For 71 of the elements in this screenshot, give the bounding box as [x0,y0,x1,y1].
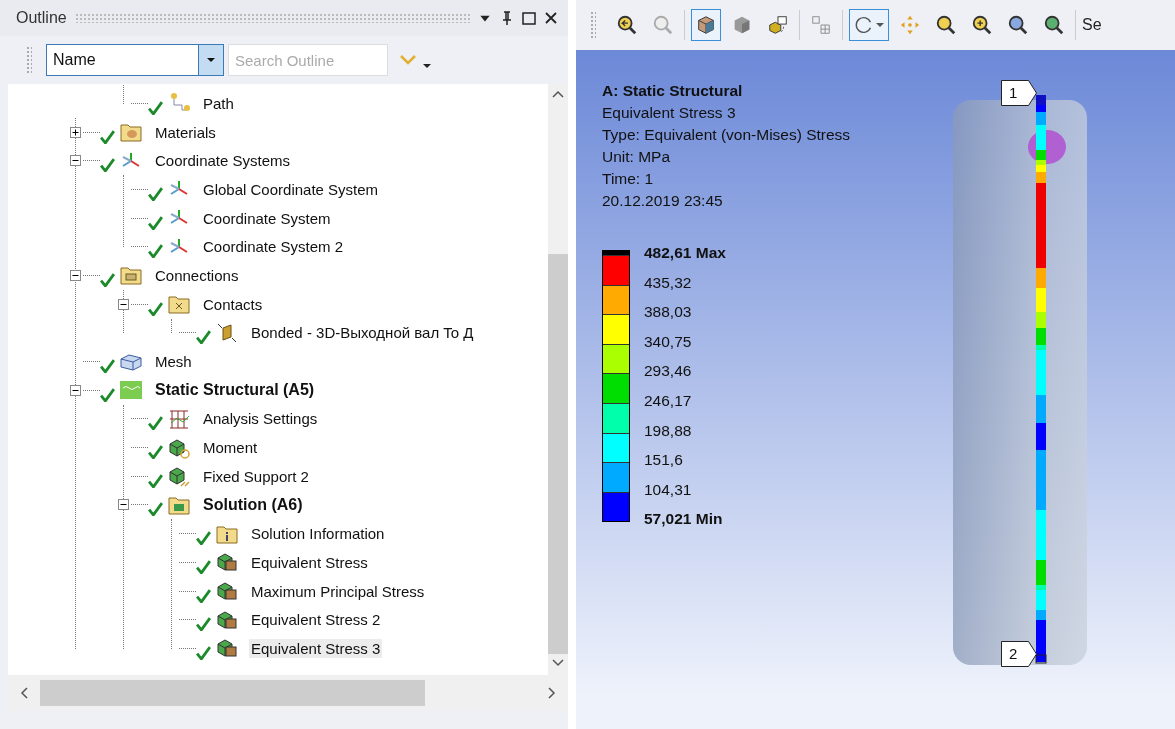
expand-icon[interactable] [69,126,81,138]
rotate-icon[interactable] [849,9,889,41]
legend-value: 482,61 Max [644,243,726,263]
probe-label: 2 [1001,641,1037,667]
legend-value: 340,75 [644,331,693,352]
cube-icon[interactable] [691,9,721,41]
tree-item[interactable]: Coordinate System [201,208,333,228]
result-title: A: Static Structural [602,81,743,101]
collapse-icon[interactable] [117,298,129,310]
pin-icon[interactable] [500,11,514,25]
folder-icon [166,293,192,316]
result-info: Equivalent Stress 3 [602,103,736,123]
tree-item[interactable]: Equivalent Stress [249,552,370,572]
collapse-icon[interactable] [69,155,81,167]
legend-value: 57,021 Min [644,509,724,530]
tree-item[interactable]: Solution (A6) [201,494,305,515]
collapse-icon[interactable] [117,499,129,511]
tree-item[interactable]: Path [201,93,236,113]
tree-item[interactable]: Mesh [153,352,194,372]
tree-item[interactable]: Fixed Support 2 [201,466,311,486]
legend-value: 104,31 [644,479,693,500]
legend-value: 198,88 [644,420,693,441]
caret-icon[interactable] [206,55,216,65]
toolbar-grip[interactable] [590,11,596,39]
cube-icon [214,637,240,660]
tree-item[interactable]: Equivalent Stress 2 [249,610,383,630]
scroll-down-icon[interactable] [552,659,564,667]
tree-item[interactable]: Materials [153,122,218,142]
tree-item[interactable]: Maximum Principal Stress [249,581,427,601]
result-info: Type: Equivalent (von-Mises) Stress [602,125,851,145]
folder-icon [118,264,144,287]
panel-title: Outline [16,9,67,27]
tree-item[interactable]: Moment [201,438,260,458]
folder-icon [118,121,144,144]
toolbar-grip[interactable] [26,46,32,74]
legend-value: 151,6 [644,450,684,471]
tree-item[interactable]: Global Coordinate System [201,179,381,199]
legend-value: 388,03 [644,302,693,323]
vertical-scrollbar[interactable] [548,84,568,675]
result-info: Time: 1 [602,169,654,189]
tree-item[interactable]: Analysis Settings [201,409,320,429]
toolbar-label[interactable]: Se [1082,16,1102,34]
close-icon[interactable] [544,11,558,25]
scroll-up-icon[interactable] [552,90,564,98]
cube-icon [214,551,240,574]
probe-label: 1 [1001,80,1037,106]
tree-item[interactable]: Connections [153,265,241,285]
tree-item[interactable]: Contacts [201,294,265,314]
scroll-left-icon[interactable] [20,687,28,699]
analysis-icon [118,379,144,402]
tree-item[interactable]: Solution Information [249,524,387,544]
collapse-icon[interactable] [69,269,81,281]
search-field[interactable]: Search Outline [228,44,388,76]
legend-value: 293,46 [644,361,693,382]
tree-item[interactable]: Static Structural (A5) [153,380,317,401]
horizontal-scrollbar[interactable] [8,675,568,711]
cube-icon [214,580,240,603]
result-info: Unit: MPa [602,147,671,167]
legend-value: 435,32 [644,272,693,293]
name-dropdown[interactable]: Name [46,44,224,76]
result-info: 20.12.2019 23:45 [602,191,723,211]
cube-icon [166,465,192,488]
legend-value: 246,17 [644,390,693,411]
tree-item[interactable]: Coordinate System 2 [201,237,346,257]
tree-item[interactable]: Equivalent Stress 3 [249,638,383,658]
tree-item[interactable]: Coordinate Systems [153,151,293,171]
collapse-icon[interactable] [69,384,81,396]
maximize-icon[interactable] [522,11,536,25]
tree-item[interactable]: Bonded - 3D-Выходной вал To Д [249,323,476,343]
scroll-right-icon[interactable] [548,687,556,699]
title-bar-grip[interactable] [74,13,470,23]
